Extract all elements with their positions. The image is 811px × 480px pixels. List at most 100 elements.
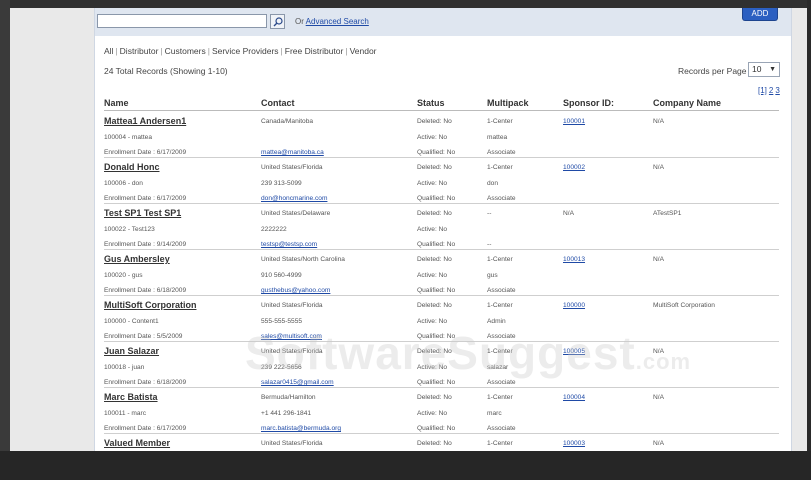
record-email-link[interactable]: gusthebus@yahoo.com [261,287,330,294]
record-email-link[interactable]: marc.batista@bermuda.org [261,425,341,432]
record-id: 100006 - don [104,180,143,187]
record-phone: 910 560-4999 [261,272,302,279]
record-multipack-level: Associate [487,287,516,294]
record-location: United States/North Carolina [261,256,345,263]
total-records: 24 Total Records (Showing 1-10) [104,66,228,76]
record-deleted-status: Deleted: No [417,210,452,217]
header-name: Name [104,98,129,108]
record-enrollment-date: Enrollment Date : 6/17/2009 [104,195,187,202]
search-input[interactable] [97,14,267,28]
page-link-3[interactable]: 3 [775,86,779,95]
record-email-link[interactable]: testsp@testsp.com [261,241,317,248]
record-row: Gus Ambersley 100020 - gus Enrollment Date… [104,250,779,296]
record-sponsor-id[interactable]: 100002 [563,164,585,171]
record-row: Test SP1 Test SP1 100022 - Test123 Enrollm… [104,204,779,250]
record-active-status: Active: No [417,318,448,325]
record-location: Bermuda/Hamilton [261,394,316,401]
record-deleted-status: Deleted: No [417,256,452,263]
record-name-link[interactable]: Gus Ambersley [104,254,170,264]
header-contact: Contact [261,98,295,108]
record-name-link[interactable]: Donald Honc [104,162,160,172]
header-multipack: Multipack [487,98,529,108]
record-deleted-status: Deleted: No [417,164,452,171]
record-multipack-user: Admin [487,318,506,325]
record-sponsor-id[interactable]: 100001 [563,118,585,125]
record-active-status: Active: No [417,272,448,279]
record-company-name: MultiSoft Corporation [653,302,715,309]
record-company-name: ATestSP1 [653,210,682,217]
record-name-link[interactable]: Marc Batista [104,392,158,402]
record-name-link[interactable]: Test SP1 Test SP1 [104,208,181,218]
record-id: 100020 - gus [104,272,143,279]
record-row: MultiSoft Corporation 100000 - Content1 En… [104,296,779,342]
record-sponsor-id[interactable]: 100004 [563,394,585,401]
record-multipack-center: 1-Center [487,302,513,309]
record-id: 100022 - Test123 [104,226,155,233]
record-row: Donald Honc 100006 - don Enrollment Date :… [104,158,779,204]
filter-service-providers[interactable]: Service Providers [212,46,279,56]
record-company-name: N/A [653,118,664,125]
record-multipack-user: salazar [487,364,509,371]
record-email-link[interactable]: mattea@manitoba.ca [261,149,324,156]
record-location: United States/Delaware [261,210,331,217]
record-multipack-center: 1-Center [487,348,513,355]
window-top-bar [0,0,811,8]
filter-free-distributor[interactable]: Free Distributor [285,46,344,56]
filter-customers[interactable]: Customers [165,46,206,56]
record-multipack-center: 1-Center [487,440,513,447]
search-button[interactable] [270,14,285,29]
filter-distributor[interactable]: Distributor [120,46,159,56]
record-id: 100011 - marc [104,410,147,417]
record-multipack-level: Associate [487,379,516,386]
record-phone: 239 313-5099 [261,180,302,187]
record-multipack-level: Associate [487,149,516,156]
record-qualified-status: Qualified: No [417,149,456,156]
record-deleted-status: Deleted: No [417,302,452,309]
record-sponsor-id[interactable]: 100003 [563,440,585,447]
record-multipack-level: Associate [487,195,516,202]
page-link-2[interactable]: 2 [769,86,773,95]
advanced-search-link[interactable]: Advanced Search [306,17,369,26]
record-row: Valued Member United States/Florida Delete… [104,434,779,480]
record-multipack-user: marc [487,410,502,417]
record-multipack-center: 1-Center [487,118,513,125]
record-deleted-status: Deleted: No [417,348,452,355]
record-qualified-status: Qualified: No [417,333,456,340]
record-qualified-status: Qualified: No [417,287,456,294]
filter-vendor[interactable]: Vendor [350,46,377,56]
records-per-page-select[interactable]: 10 ▼ [748,62,780,77]
record-active-status: Active: No [417,410,448,417]
record-multipack-center: 1-Center [487,256,513,263]
app-frame: Or Advanced Search ADD All | Distributor | C… [0,0,811,451]
record-company-name: N/A [653,164,664,171]
record-email-link[interactable]: sales@multisoft.com [261,333,322,340]
record-qualified-status: Qualified: No [417,425,456,432]
record-email-link[interactable]: don@honcmarine.com [261,195,327,202]
record-enrollment-date: Enrollment Date : 6/18/2009 [104,287,187,294]
record-enrollment-date: Enrollment Date : 6/17/2009 [104,149,187,156]
record-name-link[interactable]: Juan Salazar [104,346,159,356]
record-row: Marc Batista 100011 - marc Enrollment Date… [104,388,779,434]
record-active-status: Active: No [417,226,448,233]
header-company-name: Company Name [653,98,722,108]
record-multipack-center: 1-Center [487,394,513,401]
record-qualified-status: Qualified: No [417,241,456,248]
record-sponsor-id[interactable]: 100000 [563,302,585,309]
record-deleted-status: Deleted: No [417,440,452,447]
record-active-status: Active: No [417,364,448,371]
header-sponsor-id: Sponsor ID: [563,98,614,108]
page-link-1[interactable]: [1] [758,86,767,95]
members-panel: Or Advanced Search ADD All | Distributor | C… [94,8,792,451]
records-per-page-label: Records per Page [678,66,747,76]
record-email-link[interactable]: salazar0415@gmail.com [261,379,334,386]
dropdown-arrow-icon: ▼ [769,66,776,73]
record-multipack-level: -- [487,241,492,248]
record-name-link[interactable]: MultiSoft Corporation [104,300,196,310]
record-row: Mattea1 Andersen1 100004 - mattea Enrollme… [104,112,779,158]
record-sponsor-id[interactable]: 100005 [563,348,585,355]
record-name-link[interactable]: Mattea1 Andersen1 [104,116,186,126]
record-name-link[interactable]: Valued Member [104,438,170,448]
record-multipack-center: 1-Center [487,164,513,171]
add-button[interactable]: ADD [742,8,778,21]
record-sponsor-id[interactable]: 100013 [563,256,585,263]
